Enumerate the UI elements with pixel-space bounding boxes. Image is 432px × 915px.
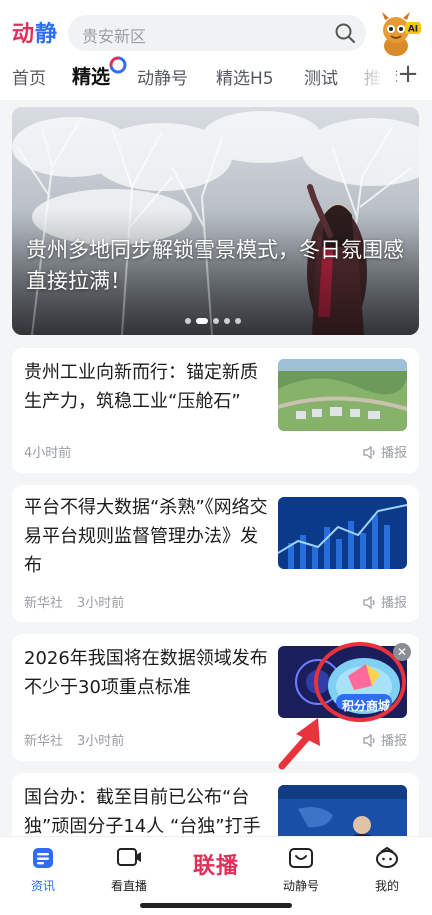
carousel-dot: [224, 318, 230, 324]
close-icon[interactable]: ✕: [393, 643, 411, 661]
logo-char-1: 动: [12, 22, 36, 47]
tab-featured[interactable]: 精选: [72, 62, 110, 89]
news-time: 3小时前: [77, 734, 125, 749]
news-meta: 新华社 3小时前: [24, 730, 138, 749]
profile-icon: [376, 846, 398, 868]
carousel-dot: [185, 318, 191, 324]
news-source: 新华社: [24, 734, 64, 749]
tv-smile-icon: [289, 848, 313, 868]
broadcast-label: 播报: [380, 446, 407, 461]
pointer-arrow-icon: [278, 718, 320, 770]
nav-item-dongjinghao[interactable]: 动静号: [265, 845, 337, 894]
news-card[interactable]: 贵州工业向新而行：锚定新质生产力，筑稳工业“压舱石” 4小时前 播报: [12, 348, 419, 473]
highlight-ring: [314, 642, 406, 722]
carousel-dot: [235, 318, 241, 324]
lianbo-logo: 联播: [192, 854, 239, 879]
snow-scene-image: [12, 107, 419, 335]
logo-char-2: 静: [35, 22, 59, 47]
news-time: 3小时前: [77, 596, 125, 611]
nav-label-dongjinghao: 动静号: [282, 879, 319, 893]
news-source: 新华社: [24, 596, 64, 611]
speaker-icon: [363, 595, 375, 610]
ai-assistant-mascot-icon[interactable]: AI: [374, 10, 422, 58]
speaker-icon: [363, 733, 375, 748]
news-time: 4小时前: [24, 446, 72, 461]
audio-broadcast-button[interactable]: 播报: [363, 592, 407, 611]
tab-test[interactable]: 测试: [304, 64, 338, 89]
svg-text:AI: AI: [408, 25, 418, 35]
hero-banner[interactable]: 贵州多地同步解锁雪景模式，冬日氛围感直接拉满！: [12, 107, 419, 335]
tabs-fade-overlay: [340, 62, 396, 92]
nav-label-live: 看直播: [110, 879, 147, 893]
news-thumbnail: [278, 359, 407, 431]
audio-broadcast-button[interactable]: 播报: [363, 442, 407, 461]
carousel-dot: [213, 318, 219, 324]
refresh-swirl-icon: [109, 56, 127, 74]
nav-item-profile[interactable]: 我的: [351, 845, 423, 894]
search-placeholder: 贵安新区: [82, 27, 147, 46]
news-card[interactable]: 平台不得大数据“杀熟”《网络交易平台规则监督管理办法》发布 新华社 3小时前 播报: [12, 485, 419, 622]
search-bar[interactable]: 贵安新区: [68, 15, 366, 51]
nav-label-news: 资讯: [30, 879, 55, 893]
add-channel-icon[interactable]: +: [396, 61, 420, 88]
news-thumbnail: [278, 497, 407, 569]
tab-home[interactable]: 首页: [12, 64, 46, 89]
audio-broadcast-button[interactable]: 播报: [363, 730, 407, 749]
nav-item-live[interactable]: 看直播: [93, 845, 165, 894]
banner-title: 贵州多地同步解锁雪景模式，冬日氛围感直接拉满！: [26, 238, 404, 293]
news-meta: 新华社 3小时前: [24, 592, 138, 611]
top-header: 动静 贵安新区 AI 首页 精选 动静号 精选H5 测试 +: [0, 0, 432, 100]
nav-item-news[interactable]: 资讯: [7, 845, 79, 894]
news-card-title: 平台不得大数据“杀熟”《网络交易平台规则监督管理办法》发布: [24, 497, 268, 576]
news-card-title: 国台办：截至目前已公布“台独”顽固分子14人 “台独”打手: [24, 787, 261, 837]
news-card-title: 贵州工业向新而行：锚定新质生产力，筑稳工业“压舱石”: [24, 362, 258, 412]
broadcast-label: 播报: [380, 596, 407, 611]
carousel-dot-active: [196, 318, 208, 324]
nav-item-lianbo[interactable]: 联播: [178, 848, 254, 884]
app-screen: 动静 贵安新区 AI 首页 精选 动静号 精选H5 测试 + 贵州多地同步解锁雪…: [0, 0, 432, 915]
search-icon[interactable]: [334, 22, 356, 44]
news-icon: [33, 848, 53, 868]
tab-featured-h5[interactable]: 精选H5: [216, 64, 274, 89]
speaker-icon: [363, 445, 375, 460]
live-tv-icon: [117, 848, 141, 866]
tab-dongjinghao[interactable]: 动静号: [137, 64, 188, 89]
carousel-indicator: [185, 318, 246, 324]
nav-label-profile: 我的: [374, 879, 399, 893]
news-meta: 4小时前: [24, 442, 85, 461]
broadcast-label: 播报: [380, 734, 407, 749]
news-card-title: 2026年我国将在数据领域发布不少于30项重点标准: [24, 648, 268, 698]
home-indicator[interactable]: [140, 903, 292, 908]
app-logo[interactable]: 动静: [12, 16, 58, 48]
